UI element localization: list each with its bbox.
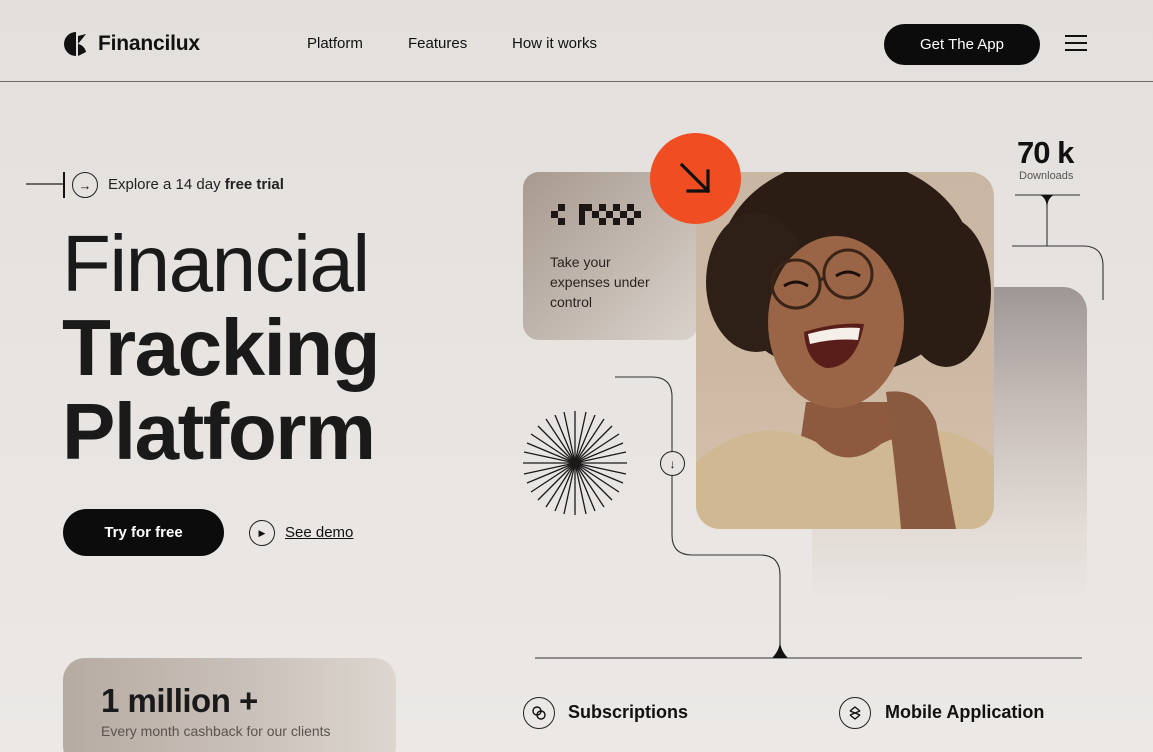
play-icon[interactable]: ▶ — [249, 520, 275, 546]
brand-name: Financilux — [98, 32, 200, 55]
hero-title-line-2: Tracking — [62, 303, 381, 392]
person-photo — [696, 172, 994, 529]
arrow-down-icon[interactable]: ↓ — [660, 451, 685, 476]
pixel-pattern-icon — [551, 204, 641, 225]
free-trial-link[interactable]: Explore a 14 day free trial — [108, 176, 284, 193]
link-icon[interactable] — [523, 697, 555, 729]
arrow-down-right-button[interactable] — [650, 133, 741, 224]
brand-logo[interactable]: Financilux — [62, 30, 200, 58]
trial-prefix: Explore a 14 day — [108, 176, 225, 193]
cashback-stat-caption: Every month cashback for our clients — [101, 723, 331, 739]
starburst-icon — [523, 411, 627, 515]
hamburger-menu-icon[interactable] — [1065, 35, 1087, 53]
nav-link-platform[interactable]: Platform — [307, 35, 363, 52]
try-for-free-button[interactable]: Try for free — [63, 509, 224, 556]
trial-marker — [63, 172, 65, 198]
downloads-label: Downloads — [1019, 170, 1074, 182]
nav-link-features[interactable]: Features — [408, 35, 467, 52]
get-the-app-button[interactable]: Get The App — [884, 24, 1040, 65]
cashback-stat-value: 1 million + — [101, 682, 258, 719]
top-navbar: Financilux Platform Features How it work… — [0, 0, 1153, 82]
hero-title-line-3: Platform — [62, 387, 376, 476]
subscriptions-label[interactable]: Subscriptions — [568, 702, 688, 723]
trial-bold: free trial — [224, 176, 284, 193]
mobile-application-label[interactable]: Mobile Application — [885, 702, 1044, 723]
arrow-down-right-icon — [679, 162, 710, 193]
hero-title-line-1: Financial — [62, 219, 370, 308]
arrow-right-icon[interactable]: → — [72, 172, 98, 198]
nav-link-how-it-works[interactable]: How it works — [512, 35, 597, 52]
layers-icon[interactable] — [839, 697, 871, 729]
expense-card-text: Take your expenses under control — [550, 254, 650, 310]
see-demo-link[interactable]: See demo — [285, 524, 353, 541]
brand-mark-icon — [64, 32, 86, 56]
downloads-value: 70 k — [1017, 135, 1074, 170]
